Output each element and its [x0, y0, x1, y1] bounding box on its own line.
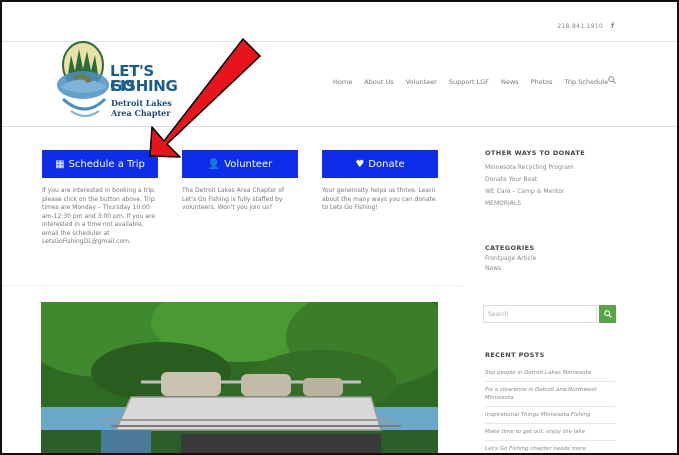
- logo-text-line4: Area Chapter: [111, 108, 171, 118]
- content-divider: [2, 285, 462, 286]
- search-icon: [603, 310, 612, 318]
- top-bar: 218.841.1910 f: [2, 2, 677, 42]
- category-news[interactable]: News: [485, 264, 536, 274]
- sidebar-search-input[interactable]: Search: [483, 305, 597, 323]
- header-divider: [2, 126, 677, 127]
- browser-frame: 218.841.1910 f LET'S GO FISHING Detroit …: [0, 0, 679, 455]
- search-placeholder: Search: [488, 311, 509, 318]
- donate-link-memorials[interactable]: MEMORIALS: [485, 198, 585, 210]
- schedule-button-label: Schedule a Trip: [68, 158, 145, 170]
- category-frontpage-article[interactable]: Frontpage Article: [485, 254, 536, 264]
- schedule-description: If you are interested in booking a trip,…: [42, 187, 156, 245]
- recent-post-item[interactable]: Seo people in Detroit Lakes Minnesota: [485, 365, 615, 382]
- nav-about-us[interactable]: About Us: [364, 78, 393, 86]
- calendar-icon: ▦: [55, 158, 65, 170]
- logo-text-line2: FISHING: [110, 77, 178, 95]
- donate-link-boat[interactable]: Donate Your Boat: [485, 174, 585, 186]
- facebook-icon[interactable]: f: [611, 22, 614, 30]
- main-nav: Home About Us Volunteer Support LGF News…: [333, 76, 620, 86]
- nav-news[interactable]: News: [501, 78, 519, 86]
- logo-emblem: [57, 41, 109, 117]
- heart-icon: ♥: [355, 158, 365, 170]
- nav-trip-schedule[interactable]: Trip Schedule: [565, 78, 609, 86]
- volunteer-button[interactable]: 👤 Volunteer: [182, 150, 298, 178]
- donate-link-recycling[interactable]: Minnesota Recycling Program: [485, 162, 585, 174]
- sidebar-categories-section: CATEGORIES Frontpage Article News: [485, 244, 536, 274]
- volunteer-button-label: Volunteer: [224, 158, 273, 170]
- schedule-trip-button[interactable]: ▦ Schedule a Trip: [42, 150, 158, 178]
- categories-title: CATEGORIES: [485, 244, 535, 252]
- recent-post-item[interactable]: Inspirational Things Minnesota Fishing: [485, 407, 615, 424]
- phone-number[interactable]: 218.841.1910: [557, 23, 603, 30]
- recent-posts-title: RECENT POSTS: [485, 351, 545, 359]
- recent-post-item[interactable]: Make time to get out, enjoy the lake: [485, 424, 615, 441]
- donate-section-title: OTHER WAYS TO DONATE: [485, 149, 586, 157]
- sidebar-recent-posts-section: RECENT POSTS Seo people in Detroit Lakes…: [485, 351, 615, 453]
- recent-post-item[interactable]: Fix a clearance in Detroit and Northwest…: [485, 382, 615, 407]
- search-icon[interactable]: [608, 76, 616, 84]
- donate-description: Your generosity helps us thrive. Learn a…: [322, 187, 436, 211]
- recent-post-item[interactable]: Let's Go Fishing chapter needs more volu…: [485, 441, 615, 453]
- donate-link-we-care[interactable]: WE Care – Camp & Mentor: [485, 186, 585, 198]
- logo-text-line3: Detroit Lakes: [111, 98, 172, 108]
- nav-volunteer[interactable]: Volunteer: [406, 78, 437, 86]
- sidebar-search-button[interactable]: [599, 305, 616, 323]
- site-logo[interactable]: LET'S GO FISHING Detroit Lakes Area Chap…: [57, 41, 178, 123]
- user-plus-icon: 👤: [207, 158, 221, 170]
- volunteer-description: The Detroit Lakes Area Chapter of Let's …: [182, 187, 285, 211]
- donate-button-label: Donate: [368, 158, 405, 170]
- sidebar-donate-section: OTHER WAYS TO DONATE Minnesota Recycling…: [485, 149, 585, 210]
- donate-button[interactable]: ♥ Donate: [322, 150, 438, 178]
- pontoon-boat-photo: [41, 302, 438, 453]
- nav-home[interactable]: Home: [333, 78, 352, 86]
- nav-support-lgf[interactable]: Support LGF: [449, 78, 489, 86]
- nav-photos[interactable]: Photos: [531, 78, 553, 86]
